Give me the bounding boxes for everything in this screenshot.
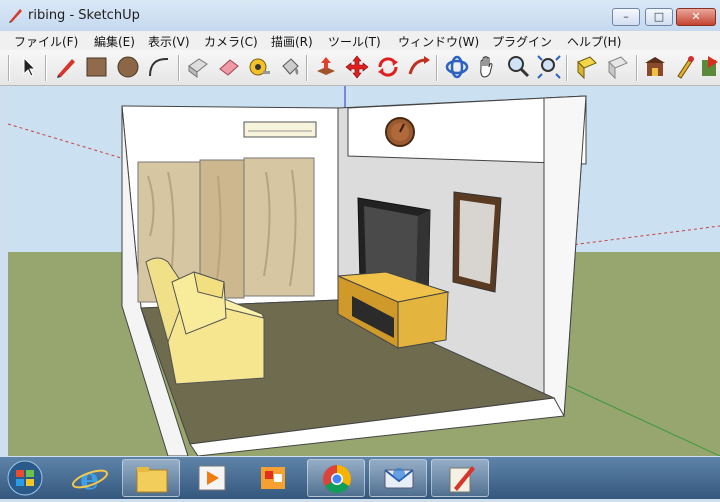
- toolbar-separator: [566, 55, 568, 81]
- title-bar: ribing - SketchUp – □ ✕: [0, 0, 720, 32]
- minimize-icon: –: [623, 10, 629, 23]
- folder-icon: [136, 467, 168, 493]
- svg-text:e: e: [80, 462, 99, 497]
- scene-canvas: [8, 86, 720, 456]
- maximize-icon: □: [653, 10, 665, 23]
- menu-window[interactable]: ウィンドウ(W): [398, 33, 479, 50]
- warehouse-icon[interactable]: [642, 54, 668, 80]
- close-icon: ✕: [691, 10, 701, 23]
- chrome-icon: [323, 465, 351, 493]
- internet-explorer-icon[interactable]: e: [60, 459, 118, 497]
- menu-camera[interactable]: カメラ(C): [204, 33, 258, 50]
- arc-icon[interactable]: [146, 54, 172, 80]
- circle-icon[interactable]: [115, 54, 141, 80]
- previous-view-icon[interactable]: [574, 54, 600, 80]
- media-player-icon[interactable]: [183, 459, 241, 497]
- extension-icon[interactable]: [672, 54, 698, 80]
- model-viewport[interactable]: [8, 86, 720, 456]
- tv-stand-side: [397, 291, 449, 349]
- next-view-icon[interactable]: [605, 54, 631, 80]
- thunderbird-taskbar-button[interactable]: [369, 459, 427, 497]
- rotate-icon[interactable]: [375, 54, 401, 80]
- pencil-icon[interactable]: [53, 54, 79, 80]
- move-icon[interactable]: [344, 54, 370, 80]
- zoom-extents-icon[interactable]: [536, 54, 562, 80]
- toolbar-separator: [636, 55, 638, 81]
- sketchup-icon: [449, 466, 475, 493]
- rectangle-icon[interactable]: [84, 54, 110, 80]
- menu-draw[interactable]: 描画(R): [271, 33, 313, 50]
- menu-plugins[interactable]: プラグイン: [492, 33, 552, 50]
- sketchup-taskbar-button[interactable]: [431, 459, 489, 497]
- zoom-icon[interactable]: [505, 54, 531, 80]
- toolbar-separator: [436, 55, 438, 81]
- menu-edit[interactable]: 編集(E): [94, 33, 135, 50]
- eraser-icon[interactable]: [216, 54, 242, 80]
- close-button[interactable]: ✕: [676, 8, 716, 26]
- toolbar: [0, 50, 720, 86]
- menu-bar: ファイル(F) 編集(E) 表示(V) カメラ(C) 描画(R) ツール(T) …: [0, 31, 720, 51]
- toolbar-separator: [8, 55, 10, 81]
- sketchup-app-icon[interactable]: [8, 7, 24, 23]
- menu-tools[interactable]: ツール(T): [328, 33, 381, 50]
- chrome-taskbar-button[interactable]: [307, 459, 365, 497]
- menu-view[interactable]: 表示(V): [148, 33, 190, 50]
- toolbar-separator: [45, 55, 47, 81]
- air-conditioner: [243, 121, 317, 138]
- toolbar-separator: [178, 55, 180, 81]
- pan-icon[interactable]: [474, 54, 500, 80]
- picture-canvas: [459, 200, 495, 284]
- menu-help[interactable]: ヘルプ(H): [567, 33, 621, 50]
- tape-measure-icon[interactable]: [246, 54, 272, 80]
- thunderbird-icon: [384, 468, 414, 489]
- toolbar-separator: [306, 55, 308, 81]
- select-icon[interactable]: [16, 54, 42, 80]
- menu-file[interactable]: ファイル(F): [14, 33, 78, 50]
- eraser-box-icon[interactable]: [185, 54, 211, 80]
- paint-bucket-icon[interactable]: [277, 54, 303, 80]
- maximize-button[interactable]: □: [645, 8, 673, 26]
- windows-start-icon[interactable]: [2, 459, 48, 497]
- taskbar: e: [0, 457, 720, 499]
- follow-me-icon[interactable]: [406, 54, 432, 80]
- window-title: ribing - SketchUp: [28, 8, 140, 23]
- orbit-icon[interactable]: [444, 54, 470, 80]
- share-model-icon[interactable]: [698, 54, 720, 80]
- file-explorer-icon[interactable]: [122, 459, 180, 497]
- minimize-button[interactable]: –: [612, 8, 640, 26]
- paint-app-icon[interactable]: [245, 459, 303, 497]
- push-pull-icon[interactable]: [313, 54, 339, 80]
